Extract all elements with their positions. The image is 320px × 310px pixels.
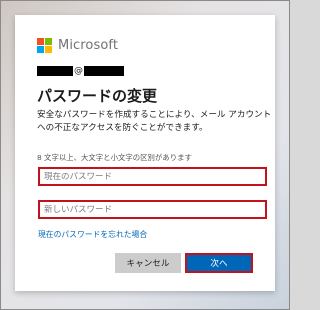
new-password-input[interactable]	[44, 204, 265, 215]
new-password-field-frame	[38, 200, 267, 219]
current-password-input[interactable]	[44, 171, 265, 182]
logo-square-blue	[37, 45, 44, 53]
password-requirement-hint: 8 文字以上、大文字と小文字の区別があります	[37, 153, 192, 162]
brand-name: Microsoft	[58, 37, 119, 53]
logo-square-red	[37, 37, 44, 45]
microsoft-logo-icon	[37, 37, 52, 53]
account-identifier: @	[37, 65, 124, 77]
dialog-card: Microsoft @ パスワードの変更 安全なパスワードを作成することにより、…	[15, 15, 275, 291]
next-button[interactable]: 次へ	[185, 253, 253, 273]
logo-square-green	[45, 37, 52, 45]
page-title: パスワードの変更	[37, 87, 158, 105]
forgot-password-link[interactable]: 現在のパスワードを忘れた場合	[38, 229, 147, 240]
page-description: 安全なパスワードを作成することにより、メール アカウントへの不正なアクセスを防ぐ…	[37, 110, 272, 133]
account-at-sign: @	[74, 66, 83, 76]
brand-header: Microsoft	[37, 37, 118, 53]
current-password-field-frame	[38, 167, 267, 186]
cancel-button[interactable]: キャンセル	[115, 253, 181, 273]
window-background: Microsoft @ パスワードの変更 安全なパスワードを作成することにより、…	[0, 0, 290, 310]
redacted-username	[37, 66, 73, 76]
logo-square-yellow	[45, 45, 52, 53]
redacted-domain	[84, 66, 124, 76]
